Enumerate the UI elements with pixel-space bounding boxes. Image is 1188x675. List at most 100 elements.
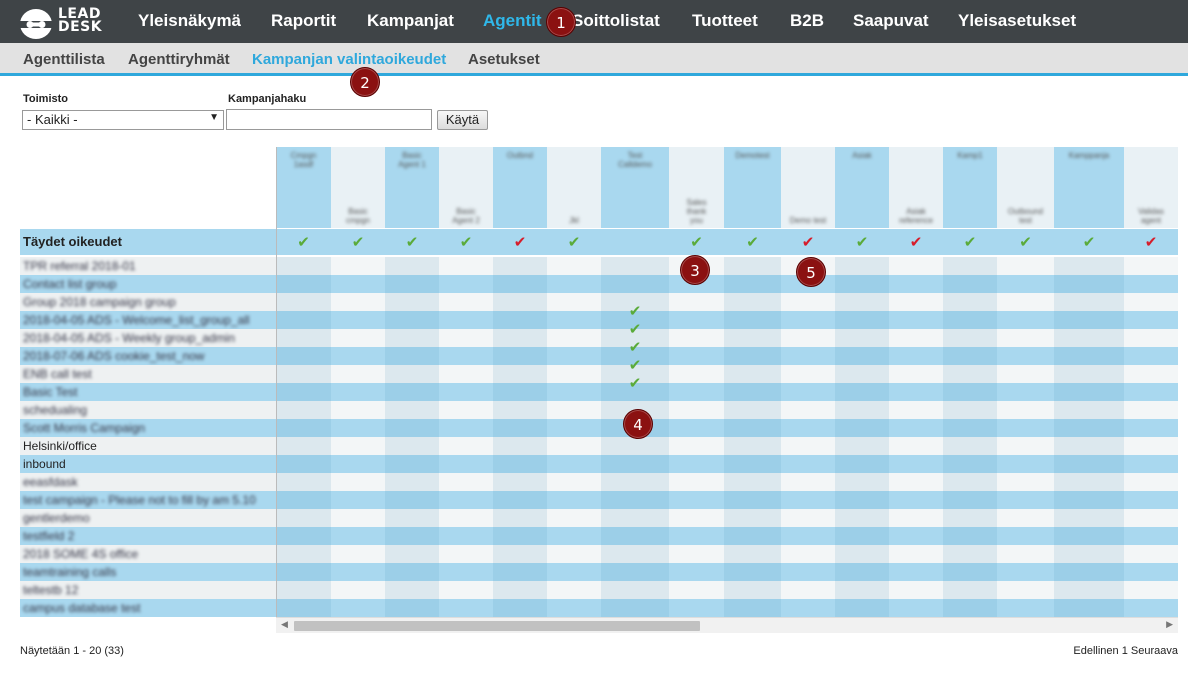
table-cell[interactable] bbox=[493, 401, 547, 419]
table-cell[interactable] bbox=[276, 473, 331, 491]
checkmark-green-icon[interactable]: ✔ bbox=[601, 338, 669, 356]
table-cell[interactable] bbox=[943, 257, 997, 275]
table-cell[interactable] bbox=[276, 599, 331, 617]
table-cell[interactable] bbox=[997, 293, 1054, 311]
table-cell[interactable] bbox=[724, 455, 781, 473]
table-cell[interactable] bbox=[943, 473, 997, 491]
table-cell[interactable] bbox=[889, 509, 943, 527]
table-cell[interactable] bbox=[889, 365, 943, 383]
table-cell[interactable] bbox=[547, 473, 601, 491]
table-cell[interactable] bbox=[493, 527, 547, 545]
table-cell[interactable] bbox=[669, 545, 724, 563]
table-cell[interactable] bbox=[835, 563, 889, 581]
table-cell[interactable] bbox=[781, 455, 835, 473]
table-cell[interactable] bbox=[1124, 401, 1178, 419]
table-cell[interactable] bbox=[835, 257, 889, 275]
table-cell[interactable] bbox=[781, 383, 835, 401]
table-cell[interactable] bbox=[385, 293, 439, 311]
table-cell[interactable] bbox=[724, 347, 781, 365]
scrollbar-thumb[interactable] bbox=[294, 621, 700, 631]
table-cell[interactable] bbox=[724, 311, 781, 329]
table-cell[interactable] bbox=[781, 293, 835, 311]
table-cell[interactable] bbox=[997, 491, 1054, 509]
table-cell[interactable] bbox=[601, 257, 669, 275]
checkmark-green-icon[interactable]: ✔ bbox=[601, 374, 669, 392]
table-cell[interactable] bbox=[669, 419, 724, 437]
checkmark-green-icon[interactable]: ✔ bbox=[835, 233, 889, 251]
table-cell[interactable] bbox=[889, 455, 943, 473]
table-cell[interactable] bbox=[331, 293, 385, 311]
current-page[interactable]: 1 bbox=[1122, 645, 1128, 657]
table-cell[interactable] bbox=[547, 437, 601, 455]
table-cell[interactable] bbox=[547, 275, 601, 293]
table-cell[interactable] bbox=[997, 509, 1054, 527]
table-cell[interactable] bbox=[385, 383, 439, 401]
table-cell[interactable] bbox=[439, 491, 493, 509]
table-cell[interactable] bbox=[331, 581, 385, 599]
table-cell[interactable] bbox=[781, 527, 835, 545]
table-cell[interactable] bbox=[385, 545, 439, 563]
table-cell[interactable] bbox=[889, 401, 943, 419]
table-cell[interactable] bbox=[1054, 347, 1124, 365]
table-cell[interactable] bbox=[997, 545, 1054, 563]
table-cell[interactable] bbox=[889, 545, 943, 563]
table-cell[interactable] bbox=[601, 545, 669, 563]
table-cell[interactable] bbox=[331, 257, 385, 275]
table-cell[interactable] bbox=[943, 347, 997, 365]
nav-soittolistat[interactable]: Soittolistat bbox=[572, 11, 660, 31]
table-cell[interactable] bbox=[997, 437, 1054, 455]
table-cell[interactable] bbox=[997, 599, 1054, 617]
table-cell[interactable] bbox=[493, 473, 547, 491]
checkmark-green-icon[interactable]: ✔ bbox=[601, 320, 669, 338]
table-cell[interactable] bbox=[997, 311, 1054, 329]
table-cell[interactable] bbox=[1124, 365, 1178, 383]
table-cell[interactable] bbox=[835, 509, 889, 527]
table-cell[interactable] bbox=[601, 527, 669, 545]
table-cell[interactable] bbox=[997, 275, 1054, 293]
table-cell[interactable] bbox=[1054, 293, 1124, 311]
table-cell[interactable] bbox=[835, 581, 889, 599]
nav-yleisnakyma[interactable]: Yleisnäkymä bbox=[138, 11, 241, 31]
table-cell[interactable] bbox=[669, 491, 724, 509]
table-cell[interactable] bbox=[439, 599, 493, 617]
table-cell[interactable] bbox=[943, 527, 997, 545]
checkmark-green-icon[interactable]: ✔ bbox=[669, 233, 724, 251]
table-cell[interactable] bbox=[1054, 491, 1124, 509]
table-cell[interactable] bbox=[276, 347, 331, 365]
table-cell[interactable] bbox=[1124, 437, 1178, 455]
table-cell[interactable] bbox=[493, 455, 547, 473]
table-cell[interactable] bbox=[943, 275, 997, 293]
table-cell[interactable] bbox=[547, 491, 601, 509]
table-cell[interactable] bbox=[385, 329, 439, 347]
table-cell[interactable] bbox=[835, 473, 889, 491]
table-cell[interactable] bbox=[1054, 311, 1124, 329]
table-cell[interactable] bbox=[385, 365, 439, 383]
table-cell[interactable] bbox=[835, 293, 889, 311]
table-cell[interactable] bbox=[331, 311, 385, 329]
table-cell[interactable] bbox=[1124, 527, 1178, 545]
table-cell[interactable] bbox=[439, 383, 493, 401]
table-cell[interactable] bbox=[1054, 437, 1124, 455]
table-cell[interactable] bbox=[601, 491, 669, 509]
table-cell[interactable] bbox=[331, 599, 385, 617]
table-cell[interactable] bbox=[439, 455, 493, 473]
table-cell[interactable] bbox=[724, 437, 781, 455]
table-cell[interactable] bbox=[1124, 509, 1178, 527]
table-cell[interactable] bbox=[781, 563, 835, 581]
table-cell[interactable] bbox=[997, 419, 1054, 437]
table-cell[interactable] bbox=[547, 581, 601, 599]
table-cell[interactable] bbox=[493, 437, 547, 455]
table-cell[interactable] bbox=[943, 293, 997, 311]
table-cell[interactable] bbox=[1124, 383, 1178, 401]
table-cell[interactable] bbox=[943, 383, 997, 401]
table-cell[interactable] bbox=[835, 545, 889, 563]
table-cell[interactable] bbox=[276, 581, 331, 599]
table-cell[interactable] bbox=[1054, 257, 1124, 275]
table-cell[interactable] bbox=[1054, 581, 1124, 599]
table-cell[interactable] bbox=[493, 563, 547, 581]
table-cell[interactable] bbox=[1124, 599, 1178, 617]
table-cell[interactable] bbox=[276, 419, 331, 437]
table-cell[interactable] bbox=[601, 437, 669, 455]
table-cell[interactable] bbox=[439, 563, 493, 581]
checkmark-green-icon[interactable]: ✔ bbox=[601, 356, 669, 374]
